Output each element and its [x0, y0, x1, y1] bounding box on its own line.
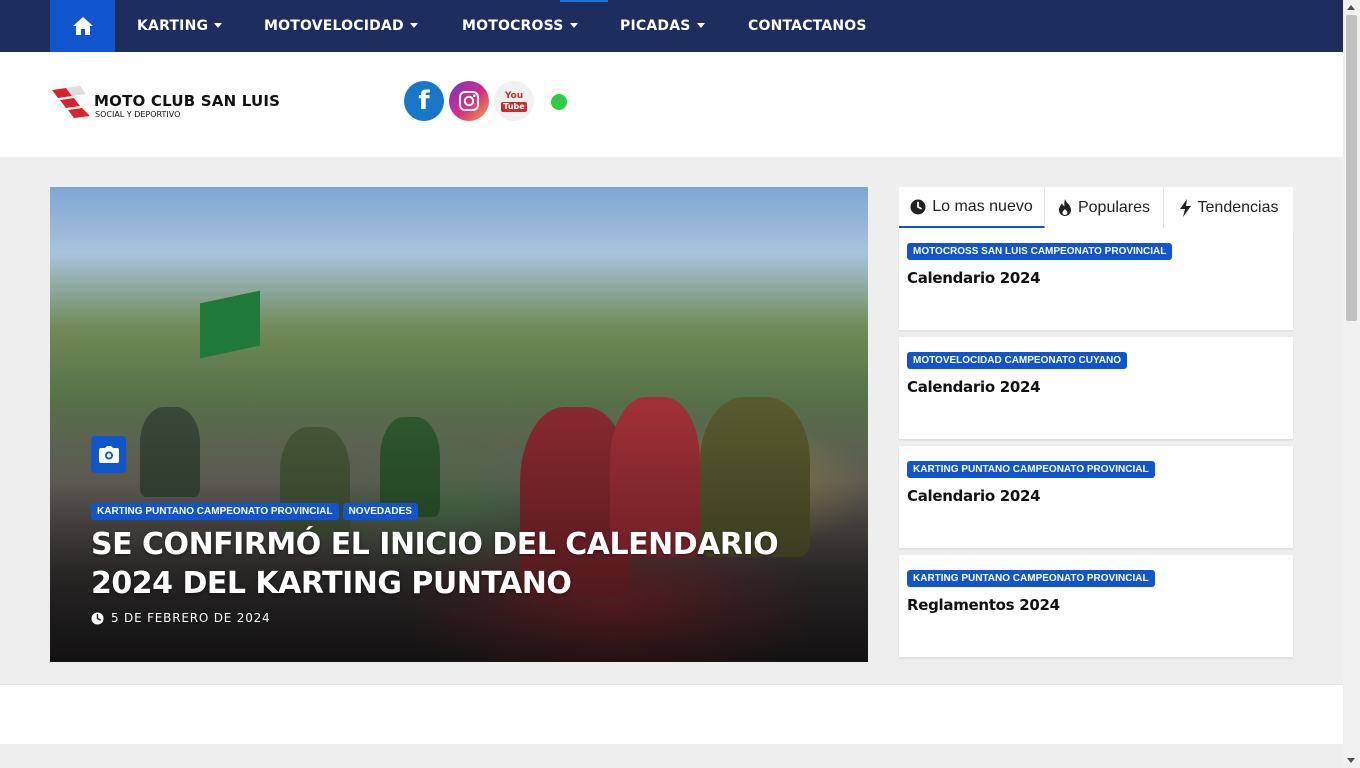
scrollbar-thumb[interactable]	[1346, 15, 1357, 321]
category-tag[interactable]: NOVEDADES	[342, 503, 418, 520]
nav-item-picadas[interactable]: PICADAS	[620, 0, 705, 52]
sidebar-post-title[interactable]: Calendario 2024	[907, 269, 1041, 287]
site-header: MOTO CLUB SAN LUIS SOCIAL Y DEPORTIVO f …	[0, 52, 1343, 157]
sidebar-post-card[interactable]: KARTING PUNTANO CAMPEONATO PROVINCIAL Ca…	[899, 446, 1293, 549]
hero-category-list: KARTING PUNTANO CAMPEONATO PROVINCIAL NO…	[91, 503, 418, 520]
caret-down-icon	[409, 22, 418, 28]
sidebar-post-card[interactable]: MOTOCROSS SAN LUIS CAMPEONATO PROVINCIAL…	[899, 228, 1293, 331]
sidebar-post-card[interactable]: MOTOVELOCIDAD CAMPEONATO CUYANO Calendar…	[899, 337, 1293, 440]
logo-flag-icon	[52, 86, 90, 118]
scroll-up-arrow-icon[interactable]	[1347, 5, 1355, 10]
youtube-link[interactable]: You Tube	[494, 81, 534, 121]
caret-down-icon	[696, 22, 705, 28]
category-tag[interactable]: KARTING PUNTANO CAMPEONATO PROVINCIAL	[91, 503, 339, 520]
sidebar-post-card[interactable]: KARTING PUNTANO CAMPEONATO PROVINCIAL Re…	[899, 555, 1293, 658]
logo-title: MOTO CLUB SAN LUIS	[94, 92, 281, 110]
facebook-icon: f	[418, 86, 430, 116]
instagram-link[interactable]	[449, 81, 489, 121]
logo-subtitle: SOCIAL Y DEPORTIVO	[95, 110, 181, 119]
category-tag[interactable]: KARTING PUNTANO CAMPEONATO PROVINCIAL	[907, 461, 1155, 478]
nav-item-contactanos[interactable]: CONTACTANOS	[748, 0, 867, 52]
clock-icon	[91, 611, 104, 625]
youtube-icon: You Tube	[501, 90, 527, 112]
tab-populares[interactable]: Populares	[1045, 187, 1164, 228]
top-navigation-bar: KARTING MOTOVELOCIDAD MOTOCROSS PICADAS …	[0, 0, 1343, 52]
page-scrollbar[interactable]	[1343, 0, 1360, 768]
caret-down-icon	[569, 22, 578, 28]
scroll-down-arrow-icon[interactable]	[1347, 758, 1355, 763]
nav-item-motovelocidad[interactable]: MOTOVELOCIDAD	[264, 0, 418, 52]
home-button[interactable]	[50, 0, 115, 52]
tab-lo-mas-nuevo[interactable]: Lo mas nuevo	[899, 187, 1045, 228]
hero-post-date: 5 DE FEBRERO DE 2024	[91, 611, 271, 625]
photo-format-badge	[91, 436, 126, 473]
nav-item-karting[interactable]: KARTING	[137, 0, 223, 52]
instagram-icon	[459, 91, 479, 111]
tab-tendencias[interactable]: Tendencias	[1164, 187, 1293, 228]
camera-icon	[98, 446, 119, 463]
home-icon	[72, 17, 93, 35]
status-indicator-dot	[551, 94, 567, 110]
sidebar-post-title[interactable]: Calendario 2024	[907, 487, 1041, 505]
hero-post-title[interactable]: SE CONFIRMÓ EL INICIO DEL CALENDARIO 202…	[91, 525, 811, 603]
caret-down-icon	[214, 22, 223, 28]
bolt-icon	[1179, 198, 1191, 217]
sidebar-post-title[interactable]: Reglamentos 2024	[907, 596, 1060, 614]
content-section-band	[0, 684, 1343, 744]
category-tag[interactable]: KARTING PUNTANO CAMPEONATO PROVINCIAL	[907, 570, 1155, 587]
sidebar-post-title[interactable]: Calendario 2024	[907, 378, 1041, 396]
clock-icon	[910, 199, 926, 214]
nav-item-motocross[interactable]: MOTOCROSS	[462, 0, 578, 52]
site-logo[interactable]: MOTO CLUB SAN LUIS SOCIAL Y DEPORTIVO	[50, 86, 290, 122]
category-tag[interactable]: MOTOVELOCIDAD CAMPEONATO CUYANO	[907, 352, 1127, 369]
category-tag[interactable]: MOTOCROSS SAN LUIS CAMPEONATO PROVINCIAL	[907, 243, 1173, 260]
featured-post[interactable]: KARTING PUNTANO CAMPEONATO PROVINCIAL NO…	[50, 187, 868, 662]
fire-icon	[1058, 199, 1071, 216]
facebook-link[interactable]: f	[404, 81, 444, 121]
sidebar-tabs: Lo mas nuevo Populares Tendencias	[899, 187, 1293, 228]
